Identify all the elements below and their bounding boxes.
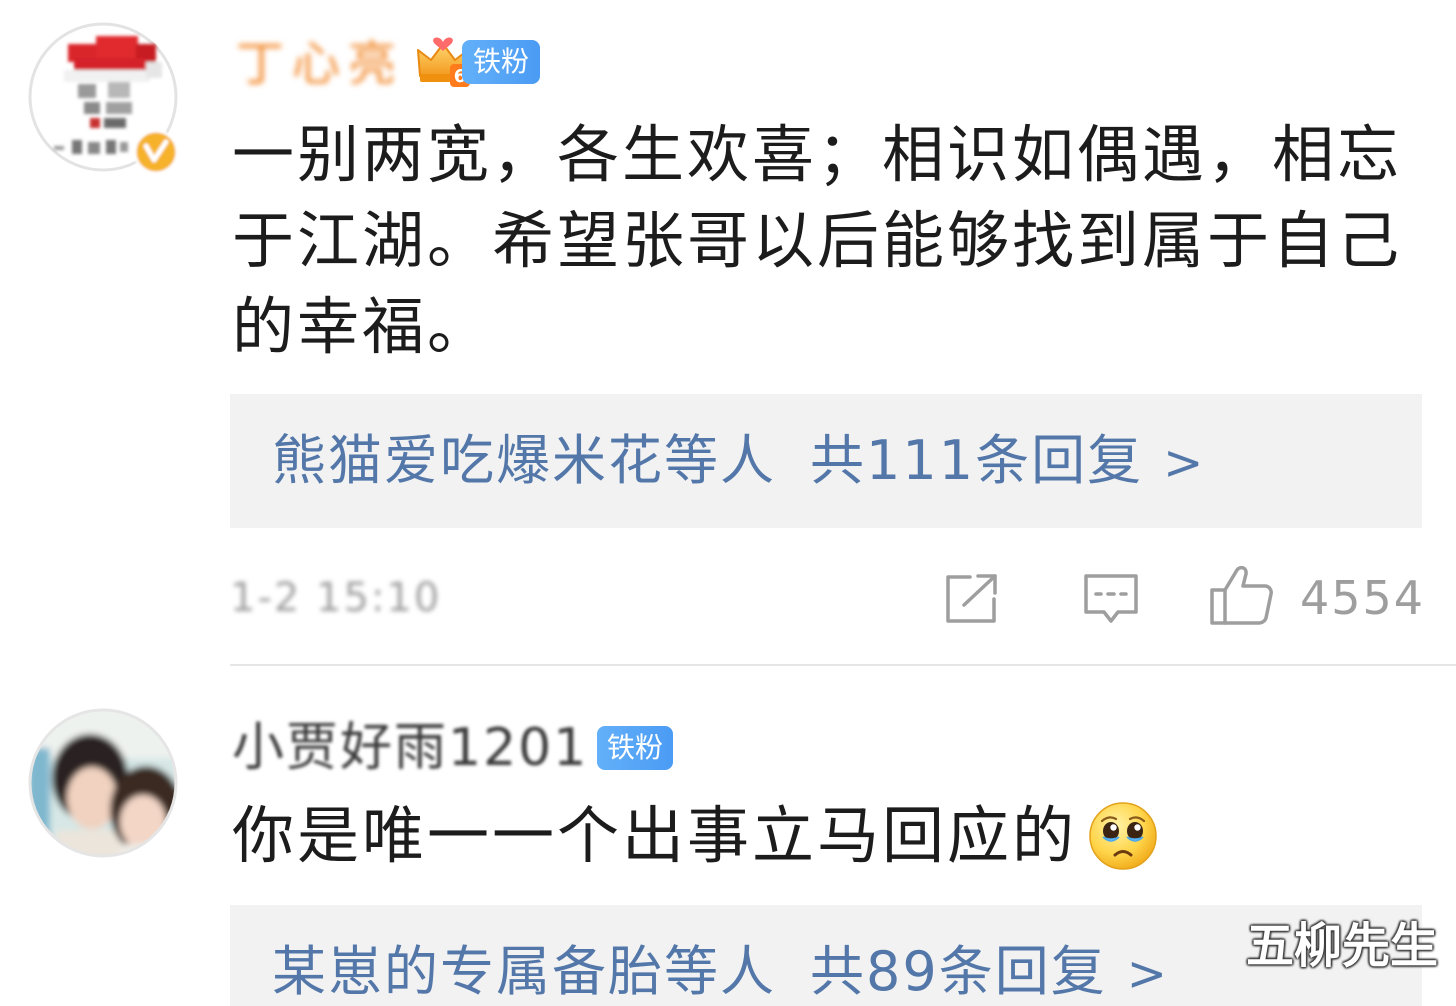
reply-preview[interactable]: 熊猫爱吃爆米花等人 共111条回复 >: [230, 394, 1422, 528]
reply-count: 共89条回复: [810, 940, 1107, 1003]
username[interactable]: 小贾好雨1201: [232, 718, 588, 778]
avatar[interactable]: [28, 708, 178, 858]
share-icon[interactable]: [944, 573, 1000, 625]
divider: [230, 664, 1456, 666]
vip-badge-icon: [132, 128, 180, 176]
comment-icon[interactable]: [1082, 572, 1140, 626]
username[interactable]: 丁心亮: [236, 36, 404, 92]
thumbs-up-icon[interactable]: [1208, 564, 1276, 628]
comment-text-content: 你是唯一一个出事立马回应的: [232, 799, 1078, 872]
like-button[interactable]: 4554: [1208, 562, 1430, 632]
reply-names: 熊猫爱吃爆米花等人: [272, 429, 776, 492]
reply-count: 共111条回复: [810, 429, 1144, 492]
comment-text-content: 一别两宽，各生欢喜；相识如偶遇，相忘于江湖。希望张哥以后能够找到属于自己的幸福。: [232, 118, 1403, 363]
comment-time: 1-2 15:10: [230, 575, 442, 621]
fan-badge: 铁粉: [462, 40, 540, 84]
watermark: 五柳先生: [1246, 918, 1439, 974]
reply-names: 某崽的专属备胎等人: [272, 940, 776, 1003]
reply-preview[interactable]: 某崽的专属备胎等人 共89条回复 >: [230, 905, 1422, 1006]
comment-text: 你是唯一一个出事立马回应的: [232, 793, 1422, 879]
reply-arrow: >: [1163, 435, 1204, 491]
comment-text: 一别两宽，各生欢喜；相识如偶遇，相忘于江湖。希望张哥以后能够找到属于自己的幸福。: [232, 112, 1422, 370]
reply-arrow: >: [1126, 946, 1167, 1002]
fan-badge: 铁粉: [597, 726, 673, 770]
crying-face-icon: [1087, 800, 1159, 872]
comment-list: 丁心亮 6 铁粉 一别两宽，各生欢喜；相识如偶遇，相忘于江湖。希望张哥以后能够找…: [0, 0, 1456, 1006]
like-count: 4554: [1300, 571, 1426, 625]
